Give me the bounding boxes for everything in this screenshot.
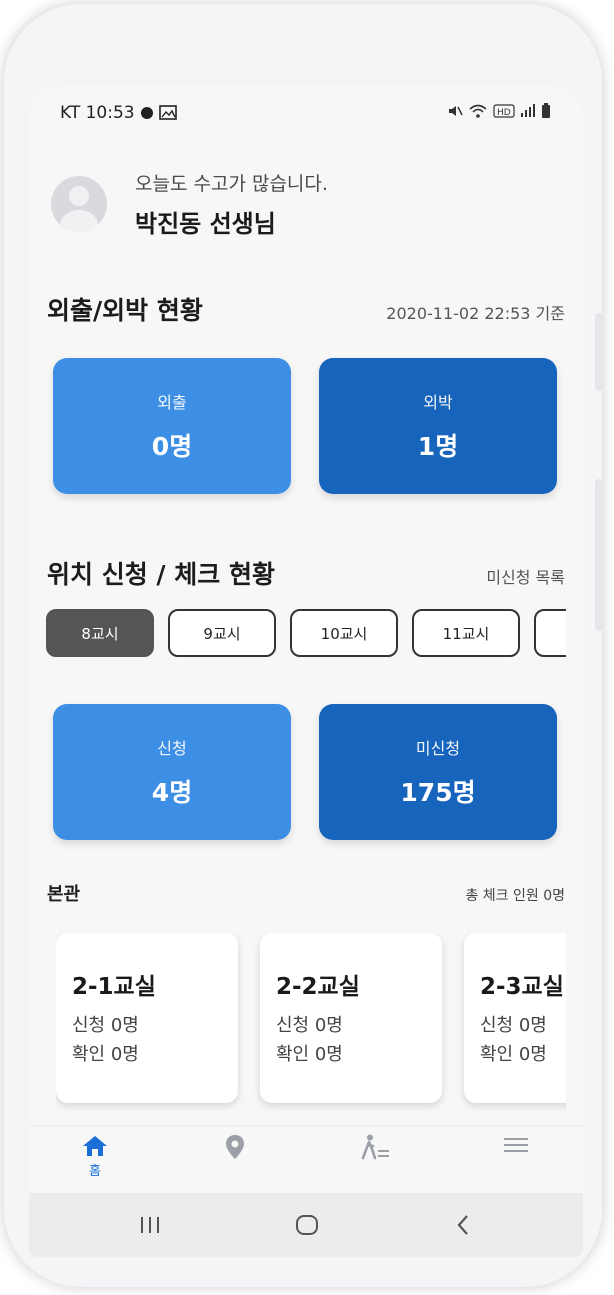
avatar[interactable] — [51, 176, 107, 232]
applied-card-value: 4명 — [151, 778, 193, 807]
home-icon — [83, 1136, 107, 1156]
bottom-tab-bar: 홈 — [29, 1125, 583, 1194]
building-header: 본관 총 체크 인원 0명 — [47, 880, 565, 906]
period-chip-8[interactable]: 8교시 — [46, 609, 154, 657]
mute-icon — [449, 106, 463, 116]
recent-apps-button[interactable] — [130, 1211, 170, 1239]
outing-card[interactable]: 외출 0명 — [53, 358, 291, 494]
room-card[interactable]: 2-3교실 신청 0명 확인 0명 — [464, 933, 566, 1103]
overnight-card-label: 외박 — [423, 393, 453, 412]
svg-text:HD: HD — [497, 108, 511, 118]
teacher-name: 박진동 선생님 — [135, 210, 276, 238]
applied-card[interactable]: 신청 4명 — [53, 704, 291, 840]
greeting-text: 오늘도 수고가 많습니다. — [135, 173, 328, 195]
tab-check[interactable] — [346, 1134, 406, 1160]
location-title: 위치 신청 / 체크 현황 — [47, 560, 275, 589]
room-applied: 신청 0명 — [276, 1015, 343, 1036]
battery-icon — [542, 103, 550, 118]
outing-timestamp: 2020-11-02 22:53 기준 — [386, 304, 565, 323]
location-section-header: 위치 신청 / 체크 현황 미신청 목록 — [47, 555, 565, 591]
profile-header: 오늘도 수고가 많습니다. 박진동 선생님 — [51, 169, 328, 239]
unapplied-list-link[interactable]: 미신청 목록 — [486, 564, 565, 588]
outing-card-label: 외출 — [157, 393, 187, 412]
room-checked: 확인 0명 — [480, 1044, 547, 1065]
home-nav-icon — [296, 1215, 318, 1235]
tab-home-label: 홈 — [89, 1164, 101, 1179]
room-applied: 신청 0명 — [480, 1015, 547, 1036]
period-chip-11[interactable]: 11교시 — [412, 609, 520, 657]
location-pin-icon — [226, 1135, 244, 1159]
system-nav-bar — [29, 1193, 583, 1257]
room-name: 2-1교실 — [72, 974, 156, 1000]
overnight-card-value: 1명 — [417, 432, 459, 461]
power-button — [595, 479, 603, 631]
unapplied-card-value: 175명 — [400, 778, 476, 807]
recent-apps-icon — [141, 1217, 159, 1233]
outing-section-header: 외출/외박 현황 2020-11-02 22:53 기준 — [47, 291, 565, 327]
notification-dot-icon — [140, 107, 153, 119]
room-card[interactable]: 2-1교실 신청 0명 확인 0명 — [56, 933, 238, 1103]
menu-icon — [504, 1138, 528, 1152]
carrier-time: KT 10:53 — [60, 103, 135, 123]
room-list: 2-1교실 신청 0명 확인 0명 2-2교실 신청 0명 확인 0명 2-3교… — [56, 933, 566, 1111]
status-bar: KT 10:53 HD — [29, 85, 583, 143]
signal-icon — [521, 104, 535, 117]
period-chip-10[interactable]: 10교시 — [290, 609, 398, 657]
period-tabs: 8교시 9교시 10교시 11교시 — [46, 609, 566, 659]
back-button[interactable] — [443, 1211, 483, 1239]
walking-person-icon — [361, 1134, 389, 1160]
phone-frame: KT 10:53 HD 오늘도 수고가 많습니다. 박진동 선생님 외출/외박 … — [3, 3, 603, 1288]
room-checked: 확인 0명 — [72, 1044, 139, 1065]
room-name: 2-2교실 — [276, 974, 360, 1000]
tab-home[interactable]: 홈 — [65, 1134, 125, 1179]
room-card[interactable]: 2-2교실 신청 0명 확인 0명 — [260, 933, 442, 1103]
wifi-icon — [469, 104, 487, 118]
building-name: 본관 — [47, 884, 81, 905]
room-applied: 신청 0명 — [72, 1015, 139, 1036]
hd-icon: HD — [493, 104, 515, 118]
app-screen: KT 10:53 HD 오늘도 수고가 많습니다. 박진동 선생님 외출/외박 … — [29, 85, 583, 1257]
outing-card-value: 0명 — [151, 432, 193, 461]
tab-menu[interactable] — [486, 1134, 546, 1156]
unapplied-card-label: 미신청 — [415, 739, 461, 758]
home-nav-button[interactable] — [287, 1211, 327, 1239]
overnight-card[interactable]: 외박 1명 — [319, 358, 557, 494]
period-chip-9[interactable]: 9교시 — [168, 609, 276, 657]
unapplied-card[interactable]: 미신청 175명 — [319, 704, 557, 840]
gallery-notification-icon — [158, 105, 177, 120]
applied-card-label: 신청 — [157, 739, 187, 758]
room-checked: 확인 0명 — [276, 1044, 343, 1065]
room-name: 2-3교실 — [480, 974, 564, 1000]
volume-button — [595, 313, 603, 391]
back-icon — [457, 1215, 468, 1235]
period-chip-next[interactable] — [534, 609, 566, 657]
tab-location[interactable] — [205, 1134, 265, 1160]
total-check-count: 총 체크 인원 0명 — [465, 888, 565, 904]
outing-title: 외출/외박 현황 — [47, 296, 203, 325]
